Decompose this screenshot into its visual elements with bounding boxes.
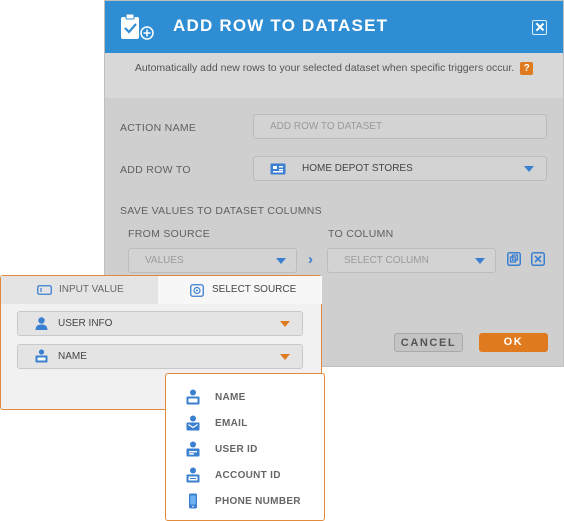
cancel-button[interactable]: CANCEL bbox=[394, 333, 463, 352]
menu-item-label: PHONE NUMBER bbox=[215, 496, 301, 507]
menu-item-name[interactable]: NAME bbox=[166, 385, 324, 411]
menu-item-label: ACCOUNT ID bbox=[215, 470, 281, 481]
user-id-badge-icon bbox=[186, 441, 200, 457]
map-arrow-icon: › bbox=[308, 251, 313, 268]
dataset-select-value: HOME DEPOT STORES bbox=[302, 163, 413, 174]
input-value-icon bbox=[37, 285, 52, 295]
column-select[interactable]: SELECT COLUMN bbox=[327, 248, 496, 273]
user-icon bbox=[35, 317, 48, 330]
menu-item-label: EMAIL bbox=[215, 418, 248, 429]
select-column-placeholder: SELECT COLUMN bbox=[344, 255, 429, 266]
menu-item-account-id[interactable]: ACCOUNT ID bbox=[166, 463, 324, 489]
action-name-placeholder: ADD ROW TO DATASET bbox=[270, 121, 383, 132]
to-column-label: TO COLUMN bbox=[328, 228, 394, 240]
account-id-badge-icon bbox=[186, 467, 200, 483]
field-select-value: NAME bbox=[58, 351, 87, 362]
add-row-to-label: ADD ROW TO bbox=[120, 164, 191, 176]
delete-row-icon[interactable] bbox=[531, 252, 545, 266]
chevron-down-icon bbox=[280, 354, 290, 360]
action-name-input[interactable]: ADD ROW TO DATASET bbox=[253, 114, 547, 139]
menu-item-user-id[interactable]: USER ID bbox=[166, 437, 324, 463]
clipboard-add-icon bbox=[121, 13, 154, 40]
menu-item-label: USER ID bbox=[215, 444, 258, 455]
menu-item-email[interactable]: EMAIL bbox=[166, 411, 324, 437]
chevron-down-icon bbox=[276, 258, 286, 264]
tab-select-source[interactable]: SELECT SOURCE bbox=[158, 276, 322, 304]
source-select-value: USER INFO bbox=[58, 318, 113, 329]
menu-item-phone-number[interactable]: PHONE NUMBER bbox=[166, 489, 324, 515]
phone-icon bbox=[189, 493, 197, 509]
name-badge-icon bbox=[186, 389, 200, 405]
action-name-label: ACTION NAME bbox=[120, 122, 197, 134]
dialog-title: ADD ROW TO DATASET bbox=[173, 16, 389, 35]
menu-item-label: NAME bbox=[215, 392, 246, 403]
dataset-icon bbox=[270, 163, 286, 175]
chevron-down-icon bbox=[280, 321, 290, 327]
tab-input-value[interactable]: INPUT VALUE bbox=[1, 276, 158, 304]
values-placeholder: VALUES bbox=[145, 255, 184, 266]
from-source-label: FROM SOURCE bbox=[128, 228, 211, 240]
chevron-down-icon bbox=[475, 258, 485, 264]
tab-select-source-label: SELECT SOURCE bbox=[212, 284, 297, 295]
chevron-down-icon bbox=[524, 166, 534, 172]
close-button[interactable] bbox=[532, 20, 547, 35]
select-source-icon bbox=[190, 284, 204, 297]
copy-icon[interactable] bbox=[507, 252, 521, 266]
help-icon[interactable]: ? bbox=[520, 61, 534, 75]
email-badge-icon bbox=[186, 415, 200, 431]
field-dropdown-menu: NAME EMAIL USER ID ACCOUNT ID PHONE NUMB… bbox=[165, 373, 325, 521]
description-text: Automatically add new rows to your selec… bbox=[134, 62, 515, 74]
dialog-description: Automatically add new rows to your selec… bbox=[105, 53, 563, 98]
save-values-label: SAVE VALUES TO DATASET COLUMNS bbox=[120, 205, 322, 217]
dialog-header: ADD ROW TO DATASET bbox=[105, 1, 563, 53]
ok-button[interactable]: OK bbox=[479, 333, 548, 352]
dataset-select[interactable]: HOME DEPOT STORES bbox=[253, 156, 547, 181]
source-select[interactable]: USER INFO bbox=[17, 311, 303, 336]
name-badge-icon bbox=[35, 349, 48, 363]
values-select[interactable]: VALUES bbox=[128, 248, 297, 273]
field-select[interactable]: NAME bbox=[17, 344, 303, 369]
tab-input-value-label: INPUT VALUE bbox=[59, 284, 124, 295]
